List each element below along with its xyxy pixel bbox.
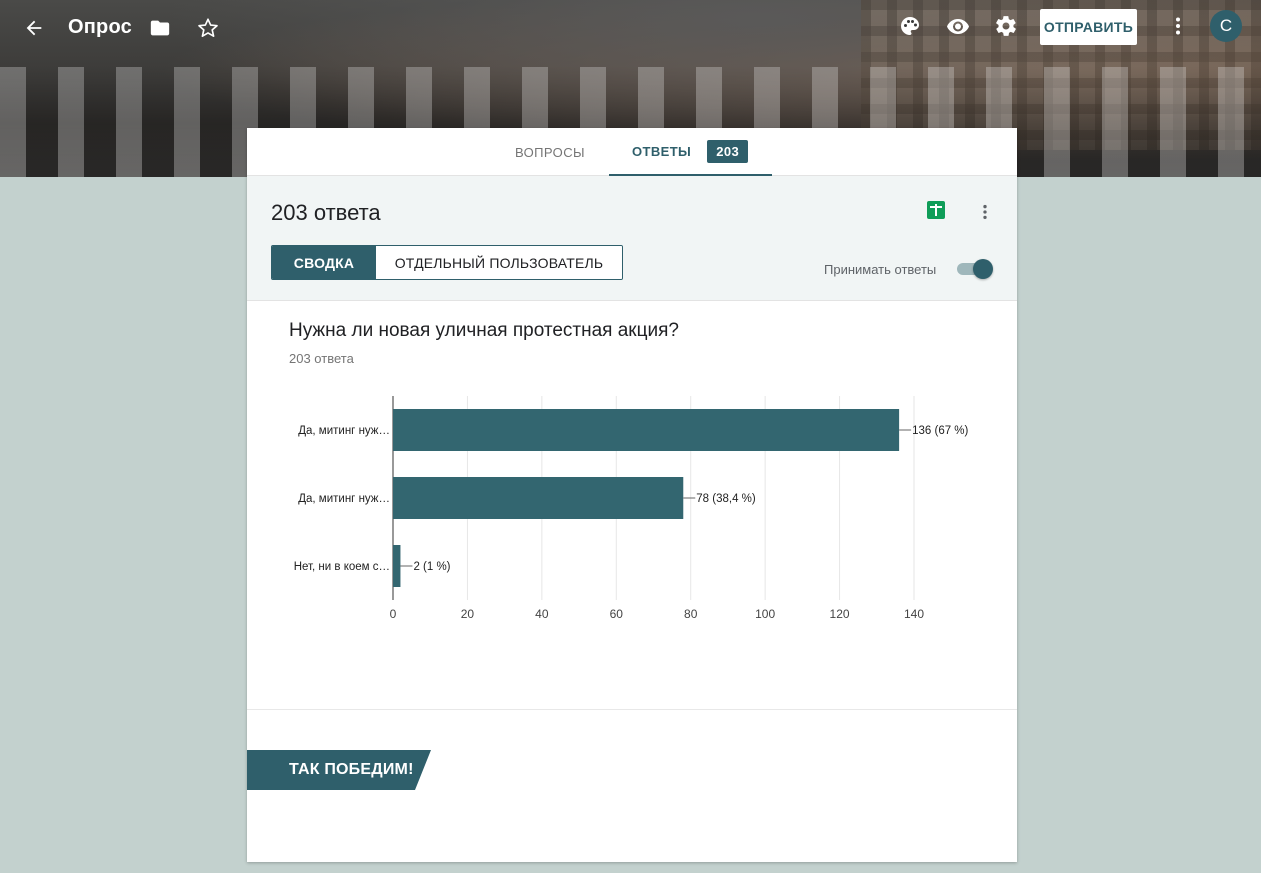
palette-icon[interactable] xyxy=(892,8,928,44)
accept-responses-label: Принимать ответы xyxy=(824,262,937,277)
x-tick-label: 0 xyxy=(390,607,397,621)
tab-answers[interactable]: ОТВЕТЫ 203 xyxy=(609,128,772,176)
tab-bar: ВОПРОСЫ ОТВЕТЫ 203 xyxy=(247,128,1017,176)
responses-heading: 203 ответа xyxy=(271,200,381,225)
x-tick-label: 60 xyxy=(610,607,624,621)
data-label: 78 (38,4 %) xyxy=(696,493,756,505)
tab-questions[interactable]: ВОПРОСЫ xyxy=(515,128,585,176)
bar xyxy=(393,545,401,587)
view-toggle: СВОДКА ОТДЕЛЬНЫЙ ПОЛЬЗОВАТЕЛЬ xyxy=(271,245,623,280)
toggle-thumb xyxy=(973,259,993,279)
individual-view-button[interactable]: ОТДЕЛЬНЫЙ ПОЛЬЗОВАТЕЛЬ xyxy=(376,246,622,279)
x-tick-label: 20 xyxy=(461,607,475,621)
more-vertical-icon[interactable] xyxy=(967,194,1003,230)
bar xyxy=(393,409,900,451)
summary-view-button[interactable]: СВОДКА xyxy=(272,246,376,279)
responses-card: ВОПРОСЫ ОТВЕТЫ 203 203 ответа СВОДКА ОТД… xyxy=(247,128,1017,862)
more-vertical-icon[interactable] xyxy=(1160,8,1196,44)
accept-responses-toggle[interactable] xyxy=(955,258,995,280)
bar xyxy=(393,477,684,519)
form-title[interactable]: Опрос xyxy=(68,16,132,39)
x-tick-label: 120 xyxy=(830,607,850,621)
tab-questions-label: ВОПРОСЫ xyxy=(515,144,585,160)
question-title: Нужна ли новая уличная протестная акция? xyxy=(289,320,679,341)
x-tick-label: 40 xyxy=(535,607,549,621)
top-toolbar: Опрос ОТПРАВИТЬ С xyxy=(0,0,1261,56)
arrow-left-icon[interactable] xyxy=(16,10,52,46)
x-tick-label: 80 xyxy=(684,607,698,621)
send-button[interactable]: ОТПРАВИТЬ xyxy=(1040,9,1137,45)
x-tick-label: 100 xyxy=(755,607,775,621)
ribbon-text: ТАК ПОБЕДИМ! xyxy=(289,761,414,778)
sheets-icon[interactable] xyxy=(922,196,950,224)
account-avatar[interactable]: С xyxy=(1210,10,1242,42)
category-label: Да, митинг нуж… xyxy=(298,493,390,505)
data-label: 136 (67 %) xyxy=(912,425,968,437)
section-divider xyxy=(247,709,1017,710)
bar-chart: 0 20 40 60 80 100 120 140 Да, митинг нуж… 136 (67… xyxy=(294,396,969,621)
category-label: Да, митинг нуж… xyxy=(298,425,390,437)
category-label: Нет, ни в коем с… xyxy=(294,561,390,573)
tab-answers-label: ОТВЕТЫ xyxy=(632,143,692,159)
folder-icon[interactable] xyxy=(142,10,178,46)
question-response-count: 203 ответа xyxy=(289,351,354,366)
x-tick-label: 140 xyxy=(904,607,924,621)
eye-icon[interactable] xyxy=(940,8,976,44)
gear-icon[interactable] xyxy=(988,8,1024,44)
summary-panel: 203 ответа СВОДКА ОТДЕЛЬНЫЙ ПОЛЬЗОВАТЕЛЬ… xyxy=(247,176,1017,301)
data-label: 2 (1 %) xyxy=(413,561,450,573)
star-outline-icon[interactable] xyxy=(190,10,226,46)
answers-count-badge: 203 xyxy=(707,139,749,163)
